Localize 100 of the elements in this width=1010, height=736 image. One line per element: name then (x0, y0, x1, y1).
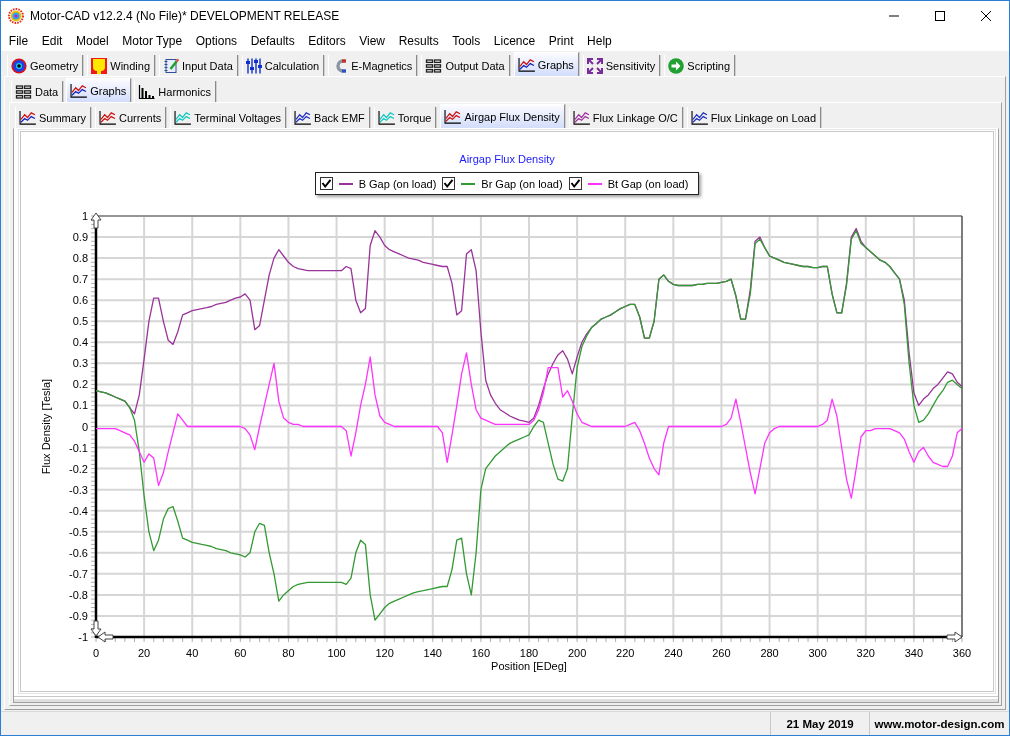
legend-checkbox[interactable] (319, 177, 333, 190)
menu-item[interactable]: Model (69, 33, 116, 49)
result-tab[interactable]: Back EMF (290, 107, 370, 128)
axis-tick-label: 300 (808, 647, 827, 659)
main-tab[interactable]: Scripting (664, 55, 736, 76)
main-tab[interactable]: E-Magnetics (328, 55, 418, 76)
axis-tick-label: -0.5 (69, 525, 88, 538)
up-arrow-icon[interactable] (90, 212, 102, 229)
main-tab[interactable]: Calculation (241, 55, 325, 76)
line-chart-icon (572, 110, 590, 125)
result-tab[interactable]: Summary (15, 107, 92, 128)
axis-tick-label: -0.4 (69, 504, 88, 517)
main-tab[interactable]: Input Data (159, 55, 238, 76)
axis-tick-label: 320 (856, 647, 875, 659)
main-tab[interactable]: Geometry (7, 55, 84, 76)
menu-item[interactable]: File (2, 33, 35, 49)
axis-tick-label: 160 (471, 647, 491, 659)
main-tab[interactable]: Graphs (513, 52, 579, 76)
axis-title: Position [EDeg] (491, 660, 567, 672)
menu-item[interactable]: View (352, 33, 392, 49)
line-chart-icon (690, 110, 708, 125)
line-chart-icon (377, 110, 395, 125)
axis-tick-label: -0.7 (69, 567, 88, 580)
axis-title: Flux Density [Tesla] (40, 378, 52, 475)
axis-tick-label: 360 (952, 647, 972, 659)
axis-tick-label: -0.9 (69, 609, 88, 622)
line-chart-icon (444, 109, 462, 124)
menu-item[interactable]: Licence (487, 33, 542, 49)
line-chart-icon (70, 83, 88, 98)
result-tab[interactable]: Torque (373, 107, 437, 128)
menu-item[interactable]: Help (580, 33, 619, 49)
axis-tick-label: 120 (375, 647, 394, 659)
down-arrow-icon[interactable] (90, 620, 102, 637)
axis-tick-label: 0 (92, 647, 100, 659)
axis-tick-label: 0.8 (72, 252, 88, 265)
axis-tick-label: 0.7 (72, 273, 88, 286)
menu-item[interactable]: Results (391, 33, 446, 49)
line-chart-icon (99, 110, 117, 125)
line-chart-icon (19, 110, 36, 125)
axis-tick-label: 200 (567, 647, 587, 659)
result-tab[interactable]: Currents (95, 107, 167, 128)
axis-tick-label: -0.2 (69, 462, 88, 475)
axis-tick-label: -0.1 (69, 441, 88, 454)
axis-tick-label: -0.6 (69, 546, 88, 559)
website-text: www.motor-design.com (869, 712, 1009, 735)
view-tab[interactable]: Harmonics (134, 81, 216, 102)
expand-arrows-icon (586, 57, 603, 74)
menu-item[interactable]: Editors (301, 33, 353, 49)
axis-tick-label: 280 (760, 647, 779, 659)
gear-icon (8, 8, 24, 24)
axis-tick-label: 0.9 (72, 231, 88, 244)
left-arrow-icon[interactable] (97, 631, 114, 643)
axis-tick-label: 0.1 (72, 399, 88, 412)
main-tab[interactable]: Winding (87, 55, 156, 76)
legend-label: Br Gap (on load) (481, 177, 563, 190)
axis-tick-label: -0.3 (69, 483, 88, 496)
notebook-icon (163, 57, 180, 74)
axis-tick-label: 0.2 (72, 378, 88, 391)
menu-item[interactable]: Motor Type (115, 33, 189, 49)
axis-tick-label: 0.4 (72, 336, 88, 349)
view-tab[interactable]: Data (11, 81, 64, 102)
line-chart-icon (294, 110, 312, 125)
axis-tick-label: 60 (234, 647, 247, 659)
bar-chart-icon (138, 84, 156, 99)
status-date: 21 May 2019 (770, 712, 869, 735)
main-tab[interactable]: Sensitivity (582, 55, 661, 76)
view-tab[interactable]: Graphs (66, 78, 132, 102)
close-icon (981, 11, 991, 21)
legend-checkbox[interactable] (442, 177, 456, 190)
maximize-icon (935, 11, 945, 21)
chart-title: Airgap Flux Density (459, 153, 555, 166)
main-tab[interactable]: Output Data (421, 55, 510, 76)
menu-item[interactable]: Edit (34, 33, 70, 49)
legend-label: Bt Gap (on load) (607, 177, 689, 190)
menu-item[interactable]: Defaults (243, 33, 302, 49)
result-tab[interactable]: Terminal Voltages (170, 107, 287, 128)
result-tab[interactable]: Flux Linkage on Load (686, 107, 821, 128)
target-icon (11, 57, 27, 74)
axis-tick-label: 180 (519, 647, 539, 659)
axis-tick-label: 0.6 (72, 294, 88, 307)
sliders-icon (245, 57, 262, 74)
table-icon (15, 84, 32, 99)
axis-tick-label: 240 (664, 647, 683, 659)
right-arrow-icon[interactable] (946, 631, 963, 643)
menu-item[interactable]: Options (188, 33, 244, 49)
legend-checkbox[interactable] (568, 177, 582, 190)
table-icon (425, 58, 443, 73)
result-tab[interactable]: Flux Linkage O/C (568, 107, 683, 128)
line-chart-icon (517, 57, 535, 72)
axis-tick-label: 260 (712, 647, 731, 659)
axis-tick-label: 0.3 (72, 357, 88, 370)
axis-tick-label: 20 (138, 647, 151, 659)
menu-item[interactable]: Tools (445, 33, 488, 49)
axis-tick-label: 340 (904, 647, 924, 659)
menu-item[interactable]: Print (542, 33, 581, 49)
axis-tick-label: 80 (282, 647, 295, 659)
axis-tick-label: 40 (186, 647, 199, 659)
line-chart-icon (174, 110, 192, 125)
axis-tick-label: -1 (78, 631, 88, 643)
result-tab[interactable]: Airgap Flux Density (440, 104, 565, 128)
